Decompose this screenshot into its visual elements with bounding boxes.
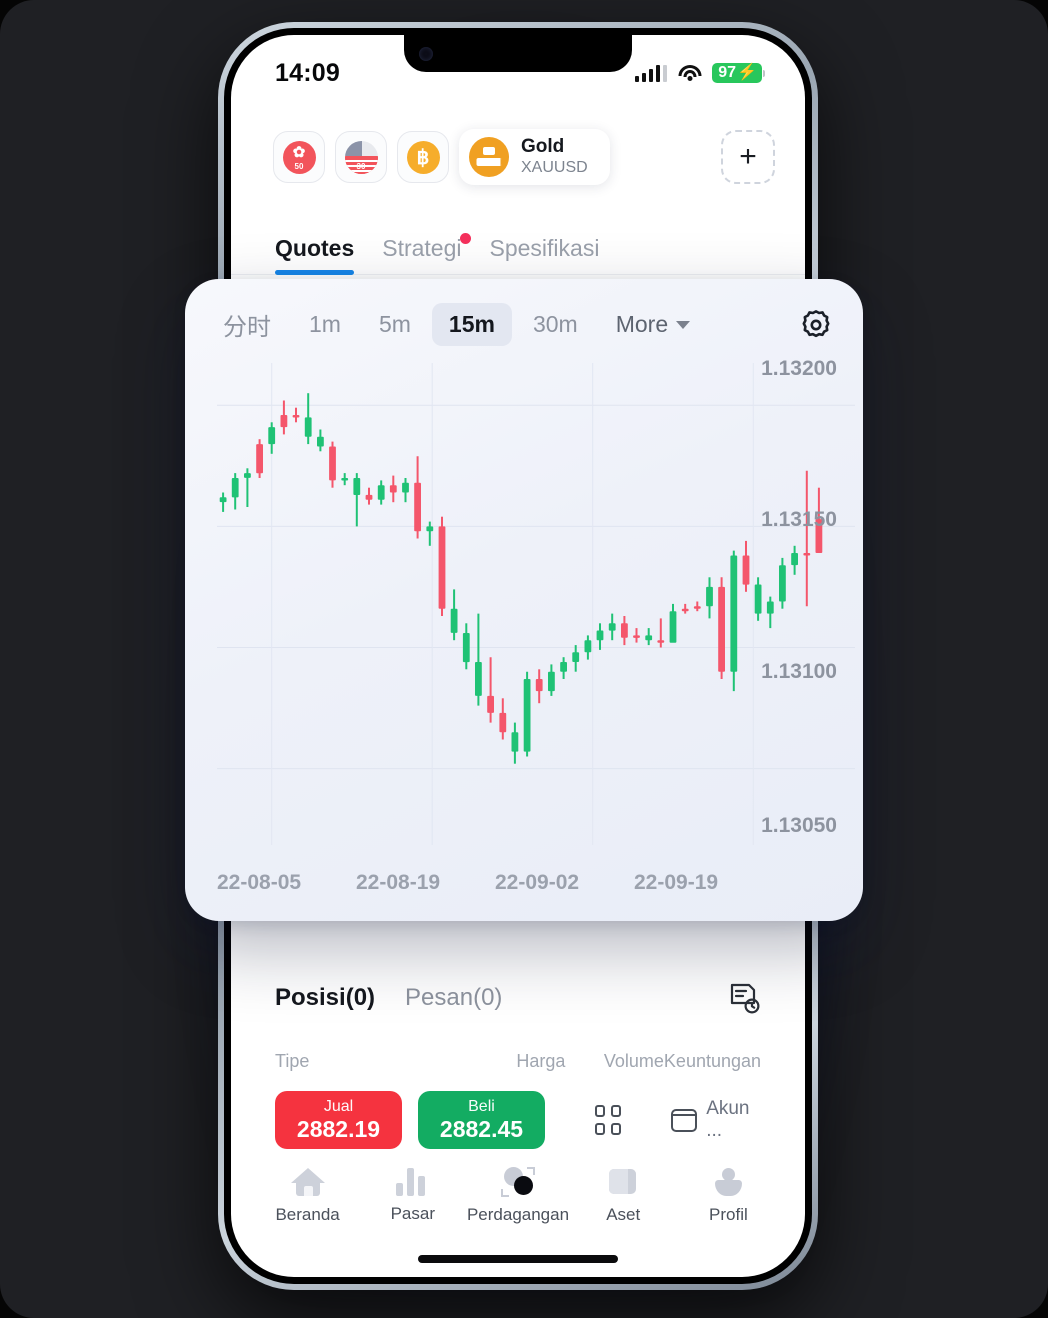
nav-item-profil[interactable]: Profil	[676, 1167, 781, 1225]
bottom-navigation: Beranda Pasar Perdagangan Aset Profil	[231, 1155, 805, 1237]
x-tick-1: 22-08-19	[356, 871, 441, 894]
timeframe-row: 分时 1m 5m 15m 30m More	[185, 279, 863, 350]
screenshot-stage: 14:09 97 ⚡ ✿ 50 30 ฿ Gold XAUUSD + Quote…	[0, 0, 1048, 1318]
x-tick-3: 22-09-19	[634, 871, 719, 894]
status-bar: 14:09 97 ⚡	[231, 35, 805, 101]
sell-button[interactable]: Jual 2882.19	[275, 1091, 402, 1149]
bitcoin-icon: ฿	[406, 140, 440, 174]
timeframe-30m[interactable]: 30m	[516, 303, 595, 346]
battery-percent: 97	[718, 63, 737, 81]
timeframe-15m[interactable]: 15m	[431, 303, 512, 346]
col-keuntungan: Keuntungan	[663, 1051, 762, 1071]
positions-section: Posisi(0) Pesan(0) Tipe Harga Volume Keu…	[231, 951, 805, 1072]
history-document-icon[interactable]	[727, 981, 761, 1015]
symbol-code: XAUUSD	[521, 159, 588, 177]
main-tabs: Quotes Strategi Spesifikasi	[231, 211, 805, 275]
bar-chart-icon	[395, 1168, 430, 1196]
symbol-chip-bitcoin[interactable]: ฿	[397, 131, 449, 183]
tab-spesifikasi[interactable]: Spesifikasi	[490, 235, 600, 274]
x-tick-2: 22-09-02	[495, 871, 580, 894]
tab-posisi[interactable]: Posisi(0)	[275, 984, 375, 1012]
status-time: 14:09	[275, 58, 340, 87]
wifi-icon	[678, 64, 702, 82]
timeframe-more-dropdown[interactable]: More	[599, 303, 707, 346]
y-tick-0: 1.13200	[761, 357, 837, 380]
trade-icon	[501, 1167, 535, 1197]
account-label: Akun ...	[706, 1098, 750, 1141]
account-button[interactable]: Akun ...	[671, 1098, 761, 1142]
nav-item-beranda[interactable]: Beranda	[255, 1167, 360, 1225]
tab-pesan[interactable]: Pesan(0)	[405, 984, 502, 1012]
plus-icon: +	[739, 140, 757, 173]
home-indicator	[418, 1255, 618, 1263]
symbol-chip-us30[interactable]: 30	[335, 131, 387, 183]
col-tipe: Tipe	[275, 1051, 310, 1071]
grid-apps-icon[interactable]	[594, 1105, 622, 1135]
symbol-chip-gold-active[interactable]: Gold XAUUSD	[459, 129, 610, 185]
add-symbol-button[interactable]: +	[721, 130, 775, 184]
symbol-chip-row: ✿ 50 30 ฿ Gold XAUUSD +	[231, 129, 805, 185]
col-volume: Volume	[603, 1051, 664, 1071]
usa-flag-icon: 30	[344, 140, 378, 174]
chevron-down-icon	[676, 320, 691, 329]
gear-icon[interactable]	[799, 308, 833, 342]
y-tick-3: 1.13050	[761, 814, 837, 837]
symbol-name: Gold	[521, 136, 565, 158]
trade-bar: Jual 2882.19 Beli 2882.45 Akun ...	[231, 1091, 805, 1149]
nav-item-pasar[interactable]: Pasar	[360, 1168, 465, 1224]
account-card-icon	[671, 1108, 698, 1132]
gold-bars-icon	[469, 137, 509, 177]
buy-button[interactable]: Beli 2882.45	[417, 1091, 545, 1149]
person-icon	[711, 1167, 745, 1197]
status-indicators: 97 ⚡	[635, 63, 765, 83]
timeframe-fenshi[interactable]: 分时	[219, 299, 288, 350]
y-tick-2: 1.13100	[761, 660, 837, 683]
battery-charging-icon: 97 ⚡	[712, 63, 765, 83]
candlestick-plot[interactable]	[185, 357, 863, 857]
positions-column-headers: Tipe Harga Volume Keuntungan	[275, 1051, 761, 1072]
x-tick-0: 22-08-05	[217, 871, 302, 894]
signal-bars-icon	[635, 64, 668, 82]
x-axis-labels: 22-08-05 22-08-19 22-09-02 22-09-19	[185, 871, 863, 895]
home-icon	[290, 1167, 325, 1197]
tab-quotes[interactable]: Quotes	[275, 235, 355, 275]
hongkong-flag-icon: ✿ 50	[282, 140, 316, 174]
timeframe-5m[interactable]: 5m	[362, 303, 428, 346]
tab-strategi[interactable]: Strategi	[382, 233, 471, 274]
nav-item-perdagangan[interactable]: Perdagangan	[465, 1167, 570, 1225]
chart-overlay-card: 分时 1m 5m 15m 30m More 1.13200 1.13150 1.…	[185, 279, 863, 921]
notification-dot-icon	[459, 233, 471, 244]
y-tick-1: 1.13150	[761, 508, 837, 531]
symbol-chip-hk50[interactable]: ✿ 50	[273, 131, 325, 183]
col-harga: Harga	[516, 1051, 566, 1071]
nav-item-aset[interactable]: Aset	[571, 1167, 676, 1225]
wallet-icon	[606, 1167, 640, 1197]
timeframe-1m[interactable]: 1m	[292, 303, 358, 346]
